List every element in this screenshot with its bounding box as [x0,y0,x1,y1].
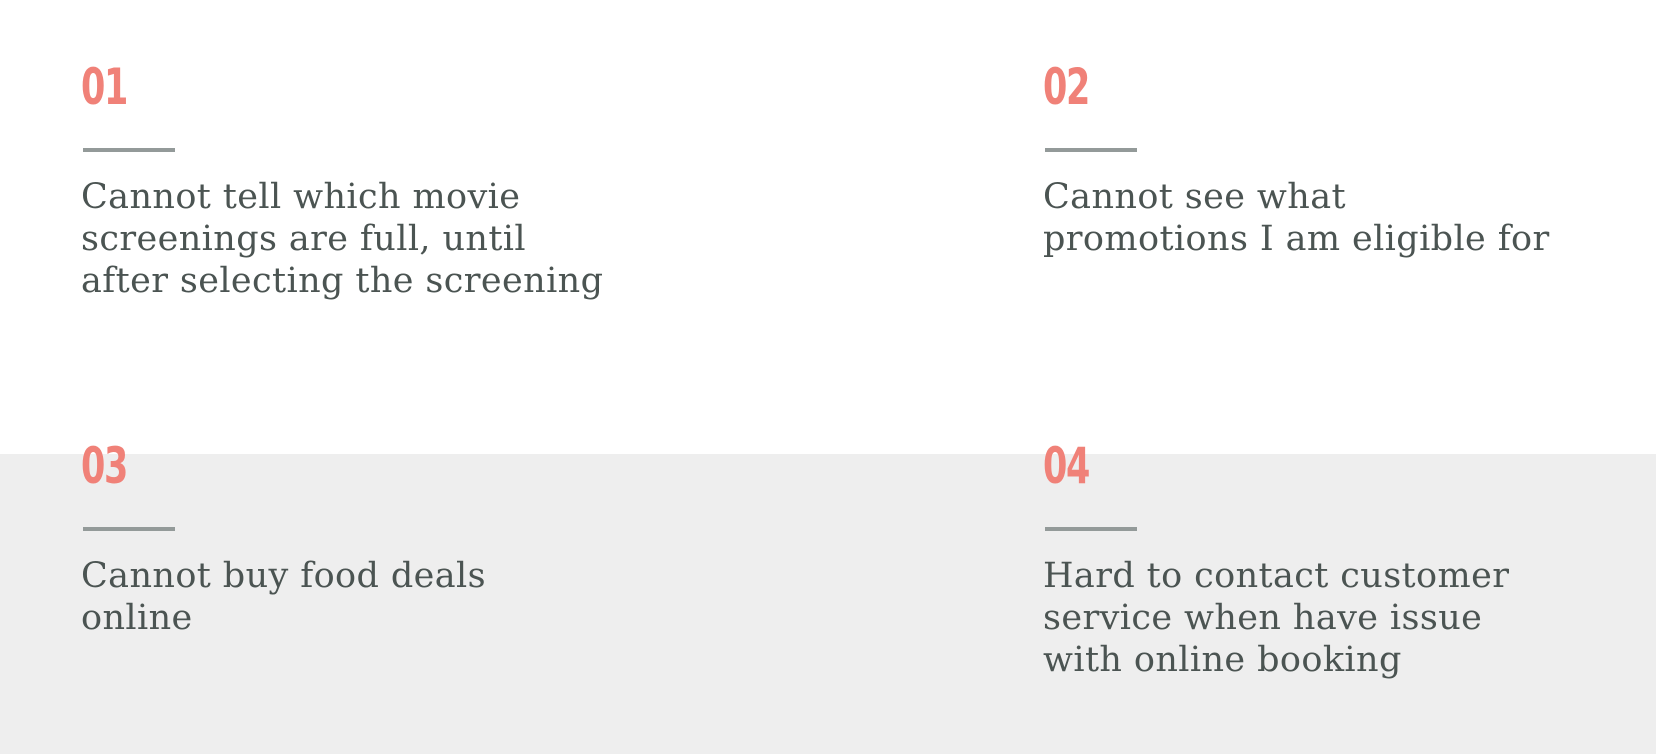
card-number: 02 [1043,58,1090,116]
card-description: Cannot buy food deals online [81,555,486,639]
pain-point-card-04: 04 Hard to contact customer service when… [1043,437,1656,680]
card-description-line: promotions I am eligible for [1043,219,1550,259]
card-number: 01 [81,58,128,116]
card-description: Cannot tell which movie screenings are f… [81,176,603,302]
pain-point-card-03: 03 Cannot buy food deals online [81,437,781,638]
pain-point-card-01: 01 Cannot tell which movie screenings ar… [81,58,781,301]
card-divider [83,527,175,531]
card-description-line: screenings are full, until [81,219,526,259]
card-description: Cannot see what promotions I am eligible… [1043,176,1550,260]
card-description-line: after selecting the screening [81,261,604,301]
card-divider [83,148,175,152]
card-description-line: online [81,598,193,638]
pain-point-card-02: 02 Cannot see what promotions I am eligi… [1043,58,1656,259]
card-description-line: Hard to contact customer [1043,556,1510,596]
card-number: 03 [81,437,128,495]
card-description: Hard to contact customer service when ha… [1043,555,1509,681]
card-description-line: Cannot tell which movie [81,177,521,217]
card-description-line: Cannot buy food deals [81,556,487,596]
card-description-line: service when have issue [1043,598,1483,638]
card-description-line: with online booking [1043,640,1402,680]
card-divider [1045,148,1137,152]
card-number: 04 [1043,437,1090,495]
card-divider [1045,527,1137,531]
card-description-line: Cannot see what [1043,177,1346,217]
